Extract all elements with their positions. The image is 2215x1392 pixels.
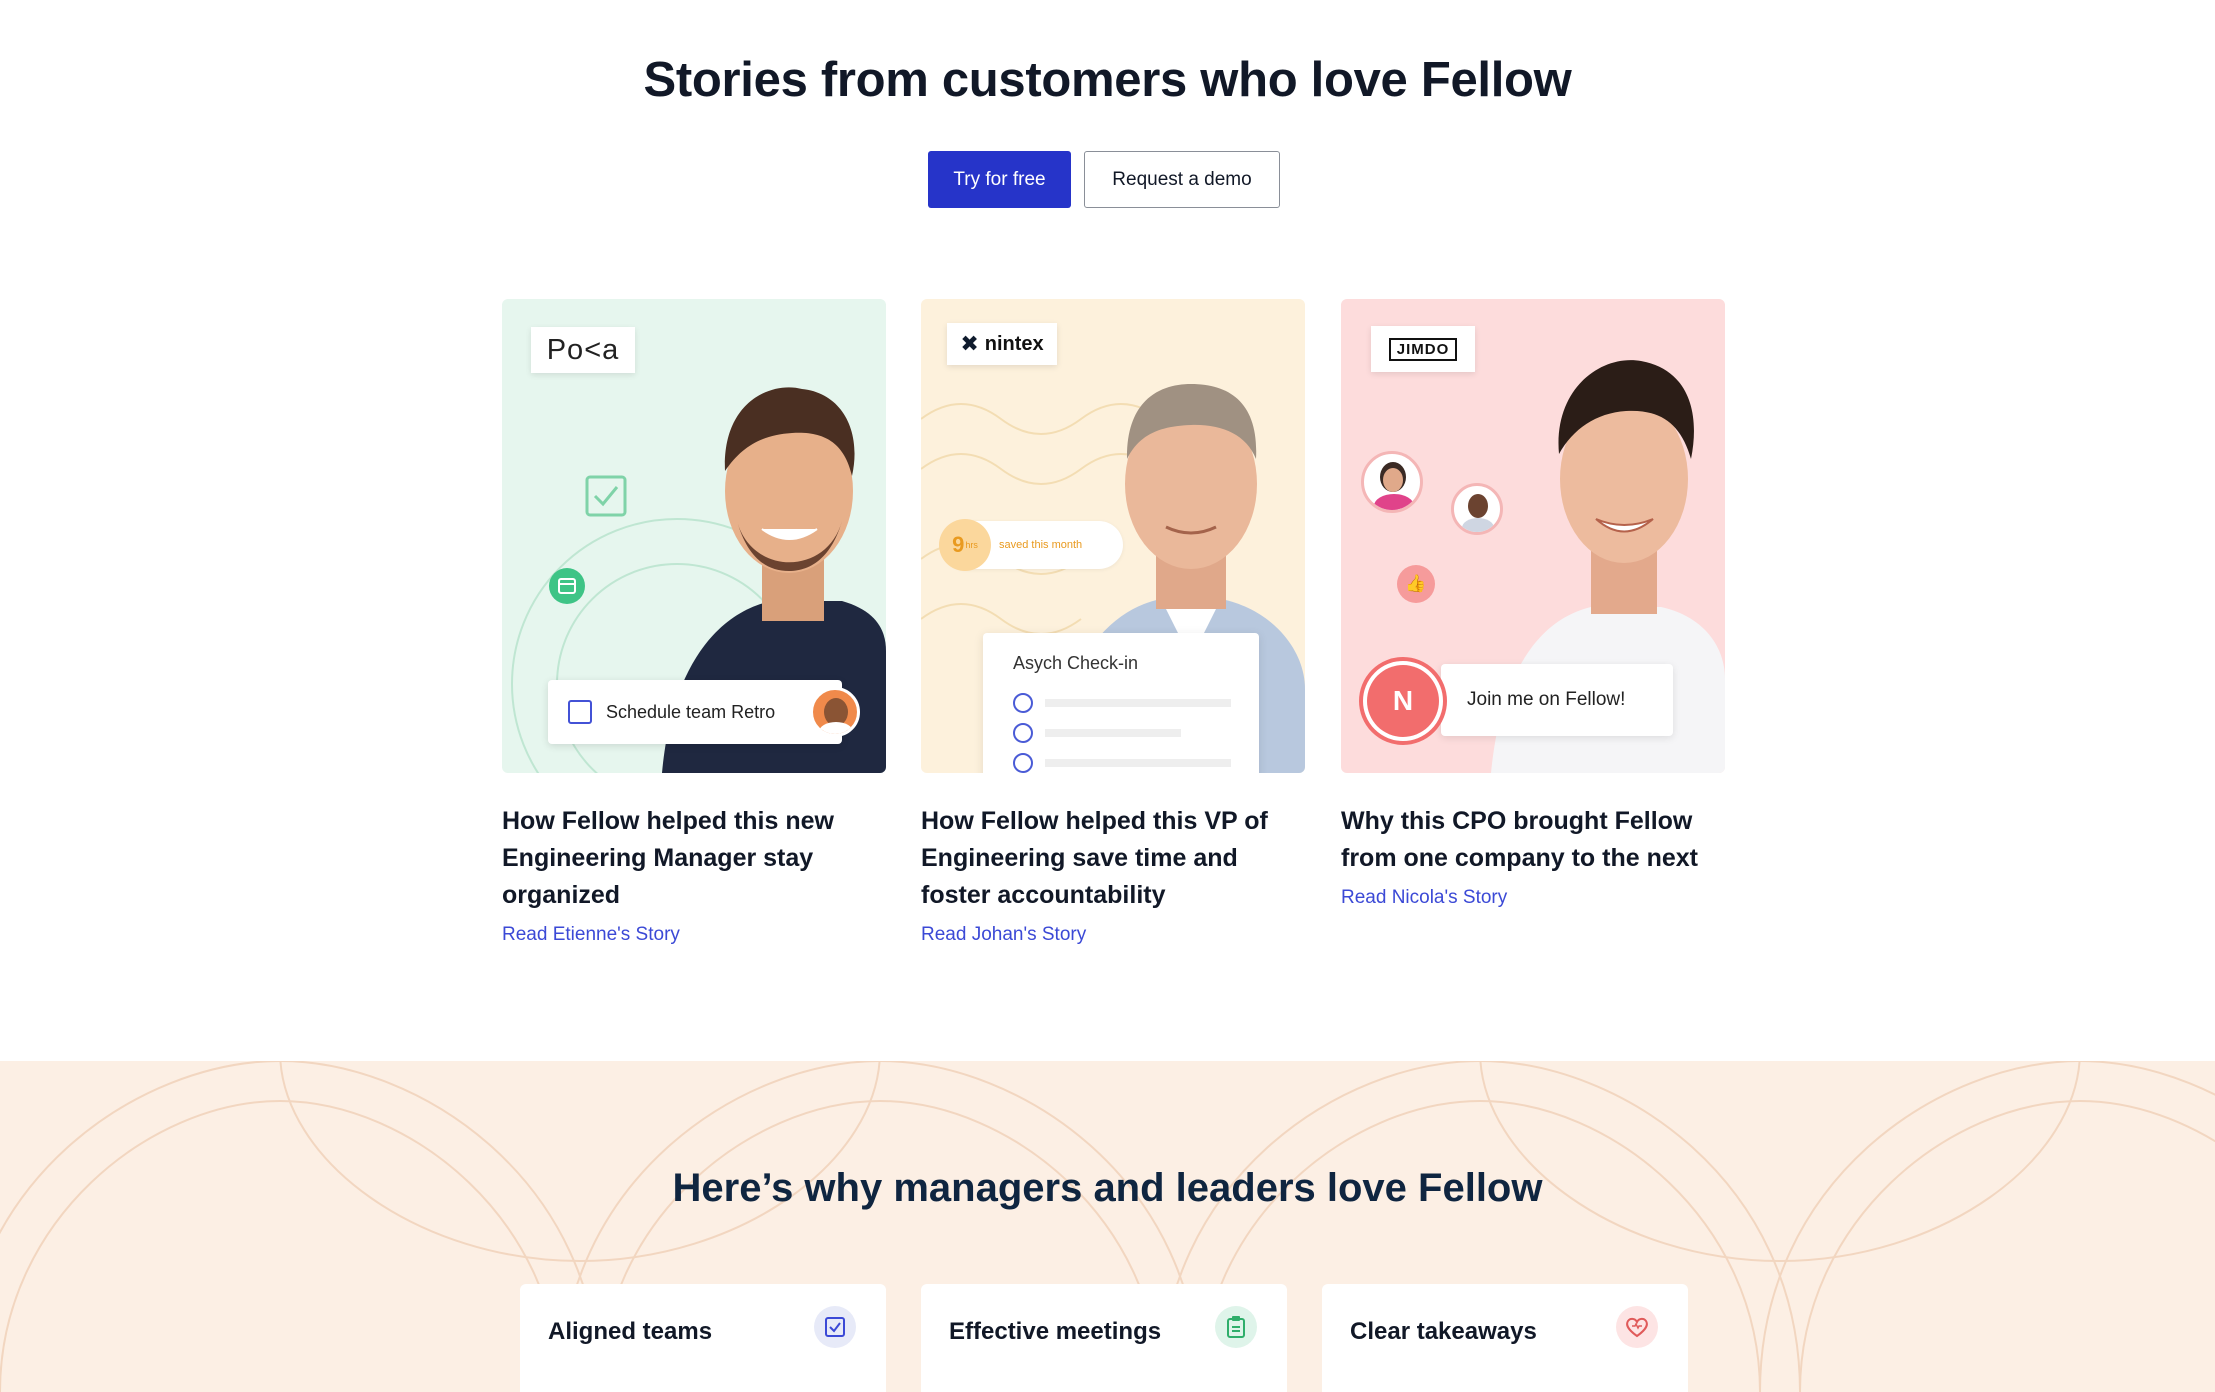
avatar-initial: N — [1359, 657, 1447, 745]
time-saved-chip: 9 hrs saved this month — [939, 519, 1123, 571]
checkin-panel: Asych Check-in — [983, 633, 1259, 773]
check-square-icon — [585, 475, 627, 517]
stories-heading: Stories from customers who love Fellow — [643, 53, 1572, 107]
feature-card-clear-takeaways[interactable]: Clear takeaways — [1322, 1284, 1688, 1392]
nintex-logo: ✖ nintex — [947, 323, 1057, 365]
feature-label: Effective meetings — [949, 1318, 1162, 1345]
jimdo-logo-text: JIMDO — [1388, 337, 1458, 361]
chip-label: Join me on Fellow! — [1467, 689, 1626, 710]
card-title: How Fellow helped this VP of Engineering… — [921, 807, 1268, 909]
customer-stories-section: Stories from customers who love Fellow T… — [0, 0, 2215, 1061]
avatar — [810, 687, 860, 737]
story-card-image: ✖ nintex 9 hrs saved this month Asych Ch… — [921, 299, 1305, 773]
story-card-etienne[interactable]: Po<a Schedule team Retro How Fellow help… — [502, 299, 886, 946]
thumbs-up-icon: 👍 — [1397, 565, 1435, 603]
checkin-list — [1013, 693, 1231, 773]
stat-badge: 9 hrs — [939, 519, 991, 571]
story-card-image: Po<a Schedule team Retro — [502, 299, 886, 773]
poka-logo: Po<a — [531, 327, 635, 373]
read-etienne-story-link[interactable]: Read Etienne's Story — [502, 924, 886, 946]
stat-unit: hrs — [965, 540, 978, 550]
read-nicola-story-link[interactable]: Read Nicola's Story — [1341, 887, 1725, 909]
request-demo-button[interactable]: Request a demo — [1084, 151, 1280, 208]
story-card-nicola[interactable]: JIMDO 👍 Join me on Fellow! N Why this CP… — [1341, 299, 1725, 909]
poka-logo-text: Po<a — [546, 333, 620, 366]
why-managers-section: Here’s why managers and leaders love Fel… — [0, 1061, 2215, 1392]
checkin-title: Asych Check-in — [1013, 653, 1139, 673]
cta-buttons: Try for free Request a demo — [928, 151, 1280, 208]
read-johan-story-link[interactable]: Read Johan's Story — [921, 924, 1305, 946]
jimdo-logo: JIMDO — [1371, 326, 1475, 372]
feature-label: Aligned teams — [548, 1318, 713, 1345]
feature-card-aligned-teams[interactable]: Aligned teams — [520, 1284, 886, 1392]
card-title: Why this CPO brought Fellow from one com… — [1341, 807, 1698, 872]
story-card-johan[interactable]: ✖ nintex 9 hrs saved this month Asych Ch… — [921, 299, 1305, 946]
try-for-free-button[interactable]: Try for free — [928, 151, 1071, 208]
card-title: How Fellow helped this new Engineering M… — [502, 807, 834, 909]
avatar — [1361, 451, 1423, 513]
calendar-icon — [549, 568, 585, 604]
chip-label: Schedule team Retro — [606, 701, 776, 722]
why-heading: Here’s why managers and leaders love Fel… — [672, 1166, 1543, 1210]
avatar-letter: N — [1392, 685, 1414, 716]
feature-card-effective-meetings[interactable]: Effective meetings — [921, 1284, 1287, 1392]
join-fellow-chip: Join me on Fellow! — [1441, 664, 1673, 736]
clipboard-icon — [1215, 1306, 1257, 1348]
stat-number: 9 — [952, 532, 965, 557]
heart-icon — [1616, 1306, 1658, 1348]
stat-text: saved this month — [999, 539, 1083, 551]
schedule-retro-chip: Schedule team Retro — [548, 680, 842, 744]
story-card-image: JIMDO 👍 Join me on Fellow! N — [1341, 299, 1725, 773]
nintex-logo-text: nintex — [984, 332, 1044, 355]
feature-label: Clear takeaways — [1350, 1318, 1537, 1345]
close-x-icon: ✖ — [960, 331, 979, 356]
checkbox-icon — [814, 1306, 856, 1348]
checkbox-icon — [568, 700, 592, 724]
